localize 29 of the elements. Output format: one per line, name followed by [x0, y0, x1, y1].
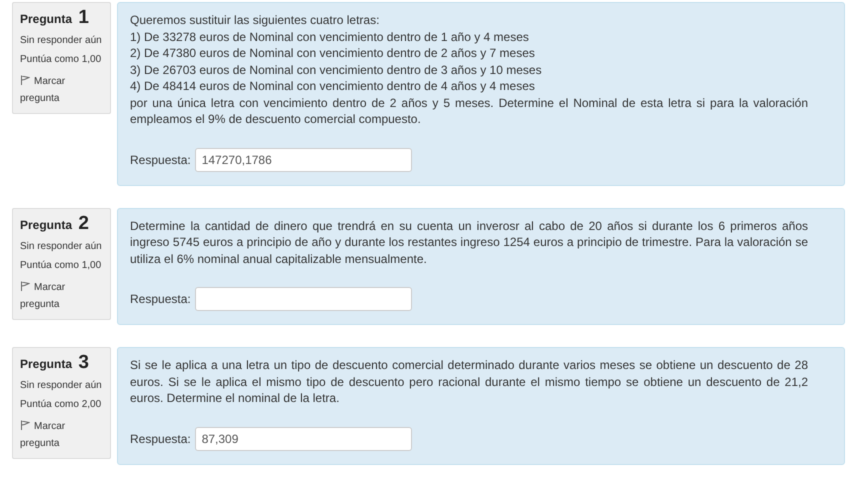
answer-field[interactable]: 147270,1786 [194, 148, 412, 172]
answer-field[interactable]: 87,309 [194, 426, 412, 450]
question-title: Pregunta 3 [20, 354, 90, 373]
answer-label: Respuesta: [130, 432, 191, 446]
answer-label: Respuesta: [130, 152, 191, 166]
question-text: 2) De 47380 euros de Nominal con vencimiento dentro de 2 años y 7 meses [130, 45, 536, 62]
question-text: Si se le aplica a una letra un tipo de descuento comercial determinado durante varios meses se obtiene un descuento de 28 euros. Si se le aplica el mismo tipo de descuento pero racional durante el mismo tiempo se obtiene un descuento de 21,2 euros. Determine el nominal de la letra. [130, 357, 808, 406]
question-text: 3) De 26703 euros de Nominal con vencimiento dentro de 3 años y 10 meses [130, 62, 543, 78]
question-text: Queremos sustituir las siguientes cuatro letras: [130, 12, 380, 28]
flag-icon [20, 75, 30, 85]
status-text: Sin responder aún [20, 35, 103, 47]
score-text: Puntúa como 1,00 [20, 260, 102, 272]
answer-label: Respuesta: [130, 292, 191, 306]
answer-field[interactable] [194, 287, 412, 311]
question-title: Pregunta 1 [20, 9, 90, 28]
question-text: Determine la cantidad de dinero que trendrá en su cuenta un inverosr al cabo de 20 años si durante los 6 primeros años ingreso 5745 euros a principio de año y durante los restantes ingreso 1254 euros a principio de trimestre. Para la valoración se utiliza el 6% nominal anual capitalizable mensualmente. [130, 218, 808, 267]
flag-icon [20, 280, 30, 290]
score-text: Puntúa como 1,00 [20, 54, 102, 66]
status-text: Sin responder aún [20, 380, 103, 392]
flag-question-link[interactable]: Marcar pregunta [20, 73, 106, 107]
flag-question-link[interactable]: Marcar pregunta [20, 278, 106, 312]
question-title: Pregunta 2 [20, 214, 90, 234]
flag-icon [20, 420, 30, 430]
status-text: Sin responder aún [20, 240, 103, 252]
question-text: 4) De 48414 euros de Nominal con vencimiento dentro de 4 años y 4 meses [130, 78, 536, 94]
question-text: por una única letra con vencimiento dentro de 2 años y 5 meses. Determine el Nominal de esta letra si para la valoración empleamos el 9% de descuento comercial compuesto. [130, 94, 808, 128]
question-text: 1) De 33278 euros de Nominal con vencimiento dentro de 1 año y 4 meses [130, 28, 530, 45]
score-text: Puntúa como 2,00 [20, 399, 102, 411]
flag-question-link[interactable]: Marcar pregunta [20, 418, 106, 452]
